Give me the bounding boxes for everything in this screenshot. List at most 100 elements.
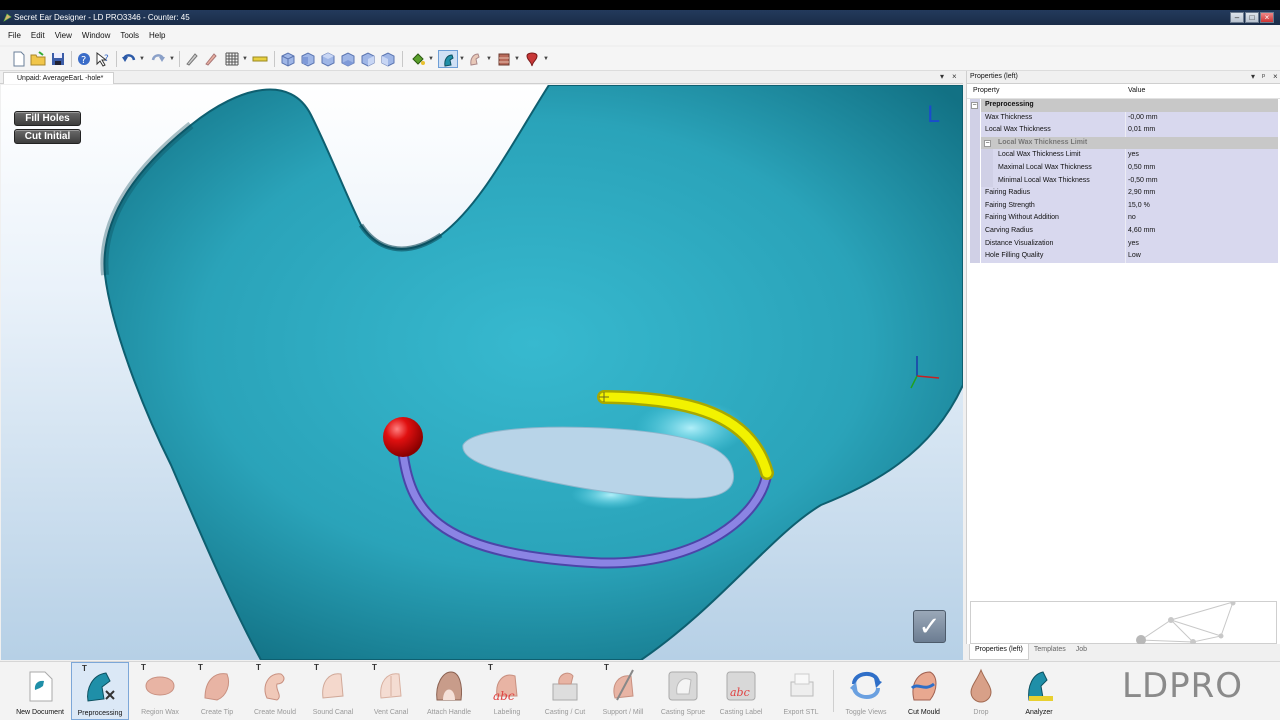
- shading-mode-icon[interactable]: [438, 50, 458, 68]
- attach-handle-icon: [436, 671, 462, 701]
- tool-labeling[interactable]: T abc Labeling: [478, 662, 536, 720]
- redo-icon[interactable]: [150, 51, 166, 67]
- property-row[interactable]: Maximal Local Wax Thickness 0,50 mm: [967, 161, 1280, 175]
- category-preprocessing[interactable]: − Preprocessing: [967, 99, 1280, 112]
- vent-canal-icon: [380, 673, 402, 699]
- paint-bucket-icon[interactable]: [410, 51, 426, 67]
- panel-pin-icon[interactable]: ᵖ: [1262, 71, 1265, 83]
- panel-dropdown-icon[interactable]: ▾: [1251, 71, 1255, 83]
- view-bottom-icon[interactable]: [340, 51, 356, 67]
- tool-sound-canal[interactable]: T Sound Canal: [304, 662, 362, 720]
- tool-drop[interactable]: Drop: [952, 662, 1010, 720]
- view-left-icon[interactable]: [360, 51, 376, 67]
- drop-icon: [970, 668, 992, 703]
- ruler-icon[interactable]: [252, 51, 268, 67]
- tool-create-tip[interactable]: T Create Tip: [188, 662, 246, 720]
- properties-header: Properties (left) ▾ ᵖ ×: [967, 71, 1280, 84]
- view-front-icon[interactable]: [280, 51, 296, 67]
- undo-icon[interactable]: [121, 51, 137, 67]
- window-title: Secret Ear Designer - LD PRO3346 - Count…: [14, 13, 190, 22]
- property-row[interactable]: Wax Thickness -0,00 mm: [967, 111, 1280, 125]
- property-row[interactable]: Local Wax Thickness Limit yes: [967, 149, 1280, 162]
- maximize-button[interactable]: □: [1245, 12, 1259, 23]
- tool-preprocessing[interactable]: T Preprocessing: [71, 662, 129, 720]
- grid-icon[interactable]: [224, 51, 240, 67]
- tool-attach-handle[interactable]: Attach Handle: [420, 662, 478, 720]
- menu-tools[interactable]: Tools: [116, 31, 145, 40]
- fill-holes-button[interactable]: Fill Holes: [14, 111, 81, 126]
- cut-mould-icon: [910, 671, 937, 701]
- tab-dropdown-icon[interactable]: ▾: [940, 72, 944, 81]
- property-row[interactable]: Hole Filling Quality Low: [967, 250, 1280, 263]
- property-row[interactable]: Carving Radius 4,60 mm: [967, 224, 1280, 238]
- property-row[interactable]: Fairing Without Addition no: [967, 212, 1280, 225]
- property-row[interactable]: Fairing Radius 2,90 mm: [967, 187, 1280, 200]
- tab-job[interactable]: Job: [1071, 644, 1092, 660]
- minimize-button[interactable]: –: [1230, 12, 1244, 23]
- new-file-icon[interactable]: [11, 51, 27, 67]
- svg-text:?: ?: [104, 54, 109, 64]
- menu-window[interactable]: Window: [78, 31, 116, 40]
- ear-mesh: [100, 85, 963, 660]
- app-window: Secret Ear Designer - LD PRO3346 - Count…: [0, 10, 1280, 720]
- labeling-icon: abc: [493, 674, 518, 703]
- cut-initial-button[interactable]: Cut Initial: [14, 129, 81, 144]
- svg-text:?: ?: [81, 55, 86, 66]
- menu-file[interactable]: File: [4, 31, 27, 40]
- tool-analyzer[interactable]: Analyzer: [1010, 662, 1068, 720]
- transparency-icon[interactable]: [467, 51, 483, 67]
- context-help-icon[interactable]: ?: [95, 51, 111, 67]
- analyzer-icon: [1028, 671, 1053, 701]
- view-top-icon[interactable]: [320, 51, 336, 67]
- open-folder-icon[interactable]: [30, 51, 46, 67]
- save-icon[interactable]: [50, 51, 66, 67]
- 3d-viewport[interactable]: Fill Holes Cut Initial L ✓: [1, 85, 963, 660]
- casting-label-icon: abc: [726, 671, 756, 701]
- property-row[interactable]: Fairing Strength 15,0 %: [967, 199, 1280, 213]
- svg-text:abc: abc: [493, 689, 515, 703]
- close-window-button[interactable]: ×: [1260, 12, 1274, 23]
- tool-new-document[interactable]: New Document: [11, 662, 69, 720]
- view-side-label: L: [927, 103, 940, 128]
- view-back-icon[interactable]: [300, 51, 316, 67]
- new-document-icon: [29, 671, 53, 702]
- ldpro-network-graphic: [1136, 600, 1236, 645]
- col-value: Value: [1128, 87, 1146, 94]
- tab-close-icon[interactable]: ×: [952, 72, 957, 81]
- help-icon[interactable]: ?: [76, 51, 92, 67]
- tool-casting-sprue[interactable]: Casting Sprue: [654, 662, 712, 720]
- toggle-views-icon: [850, 672, 882, 699]
- property-row[interactable]: Minimal Local Wax Thickness -0,50 mm: [967, 174, 1280, 188]
- tool-casting-label[interactable]: abc Casting Label: [712, 662, 770, 720]
- panel-close-icon[interactable]: ×: [1273, 71, 1278, 83]
- view-right-icon[interactable]: [380, 51, 396, 67]
- subcategory-local-wax-limit[interactable]: Local Wax Thickness Limit −: [967, 136, 1280, 150]
- tool-vent-canal[interactable]: T Vent Canal: [362, 662, 420, 720]
- tab-templates[interactable]: Templates: [1029, 644, 1071, 660]
- tool-create-mould[interactable]: T Create Mould: [246, 662, 304, 720]
- tool-support-mill[interactable]: T Support / Mill: [594, 662, 652, 720]
- collapse-icon[interactable]: −: [984, 139, 991, 147]
- sound-canal-icon: [322, 673, 344, 699]
- tool-toggle-views[interactable]: Toggle Views: [837, 662, 895, 720]
- texture-icon[interactable]: [496, 51, 512, 67]
- menu-edit[interactable]: Edit: [27, 31, 51, 40]
- tool-cut-mould[interactable]: Cut Mould: [895, 662, 953, 720]
- red-marker-ball: [383, 417, 423, 457]
- pencil-icon[interactable]: [184, 51, 200, 67]
- eraser-icon[interactable]: [203, 51, 219, 67]
- property-row[interactable]: Distance Visualization yes: [967, 237, 1280, 251]
- tool-region-wax[interactable]: T Region Wax: [131, 662, 189, 720]
- menu-help[interactable]: Help: [145, 31, 171, 40]
- color-icon[interactable]: [524, 51, 540, 67]
- document-tab[interactable]: Unpaid: AverageEarL -hole*: [3, 72, 115, 84]
- title-bar: Secret Ear Designer - LD PRO3346 - Count…: [0, 10, 1280, 25]
- casting-cut-icon: [552, 672, 578, 701]
- property-row[interactable]: Local Wax Thickness 0,01 mm: [967, 124, 1280, 137]
- tab-properties-left[interactable]: Properties (left): [969, 644, 1029, 660]
- tool-export-stl[interactable]: Export STL: [772, 662, 830, 720]
- menu-view[interactable]: View: [51, 31, 78, 40]
- confirm-checkmark-button[interactable]: ✓: [913, 610, 946, 643]
- collapse-icon[interactable]: −: [971, 102, 978, 109]
- tool-casting-cut[interactable]: Casting / Cut: [536, 662, 594, 720]
